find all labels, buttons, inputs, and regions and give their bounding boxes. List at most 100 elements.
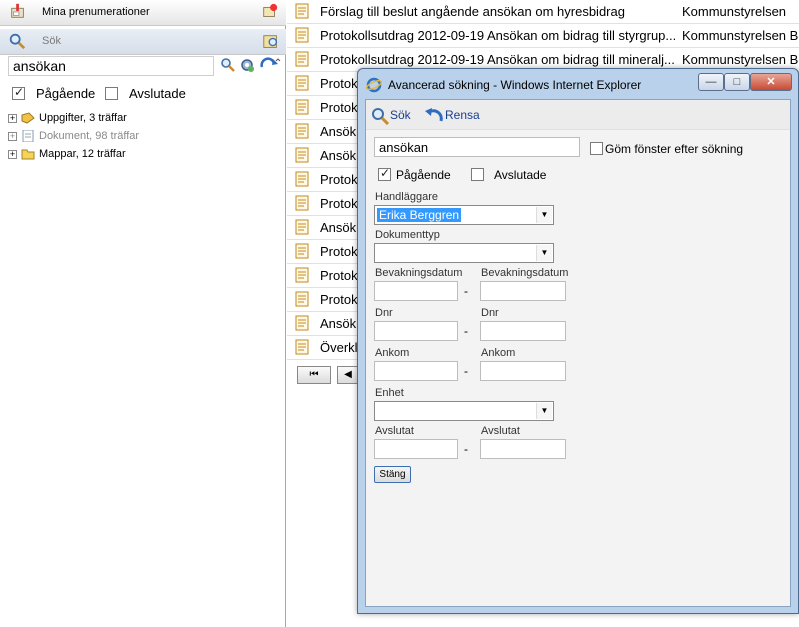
arrived-to-label: Ankom [481,347,516,359]
hide-window-label: Göm fönster efter sökning [605,142,744,156]
dnr-from-label: Dnr [375,307,393,319]
handler-select[interactable]: Erika Berggren ▼ [374,205,554,225]
close-button[interactable]: Stäng [374,466,411,483]
search-go-icon[interactable] [220,57,236,73]
closed-date-from-input[interactable] [374,439,458,459]
dropdown-arrow-icon[interactable]: ▼ [536,207,552,223]
closed-checkbox[interactable] [105,87,118,100]
range-dash: - [464,284,468,298]
unit-value [377,404,381,418]
refresh-icon[interactable] [259,57,281,73]
hide-window-checkbox[interactable] [590,142,603,155]
document-icon [295,171,309,187]
advanced-search-icon[interactable] [261,33,281,51]
doctype-label: Dokumenttyp [375,229,440,241]
close-window-button[interactable]: ✕ [750,73,792,91]
search-button[interactable]: Sök [370,107,411,126]
ongoing-checkbox[interactable] [378,166,391,181]
document-title: Protokollsutdrag 2012-09-19 Ansökan om b… [320,52,675,67]
doctype-select[interactable]: ▼ [374,243,554,263]
search-label: Sök [42,35,61,47]
dropdown-arrow-icon[interactable]: ▼ [536,245,552,261]
range-dash: - [464,364,468,378]
dialog-toolbar: Sök Rensa [366,100,790,130]
ongoing-label: Pågående [36,86,96,101]
document-icon [295,243,309,259]
arrived-from-input[interactable] [374,361,458,381]
closed-date-to-input[interactable] [480,439,566,459]
expand-icon[interactable]: + [8,113,17,123]
document-icon [295,315,309,331]
tree-item-folders[interactable]: + Mappar, 12 träffar [8,148,126,164]
document-unit: Kommunstyrelsen [682,4,787,19]
list-row[interactable]: Förslag till beslut angående ansökan om … [287,0,799,24]
watch-date-to-label: Bevakningsdatum [481,267,569,279]
left-panel: Mina prenumerationer Sök Pågående Avslut… [0,0,286,627]
query-input[interactable] [374,137,580,157]
closed-date-from-label: Avslutat [375,425,414,437]
document-icon [295,267,309,283]
mailbox-icon [11,3,24,18]
handler-label: Handläggare [375,191,438,203]
unit-select[interactable]: ▼ [374,401,554,421]
closed-checkbox[interactable] [471,168,484,181]
maximize-button[interactable]: □ [724,73,750,91]
advanced-search-dialog: Avancerad sökning - Windows Internet Exp… [357,68,799,614]
closed-label: Avslutade [129,86,186,101]
closed-label: Avslutade [494,168,547,182]
handler-value: Erika Berggren [377,208,462,222]
document-unit: Kommunstyrelsen Bo [682,52,799,67]
pager-first-button[interactable]: ⏮ [297,366,331,384]
closed-date-to-label: Avslutat [481,425,520,437]
folder-icon [21,149,35,160]
list-row[interactable]: Protokollsutdrag 2012-09-19 Ansökan om b… [287,24,799,48]
document-title: Protokollsutdrag 2012-09-19 Ansökan om b… [320,28,675,43]
dnr-from-input[interactable] [374,321,458,341]
document-title: Förslag till beslut angående ansökan om … [320,4,625,19]
tree-item-label: Mappar, 12 träffar [39,148,126,160]
document-icon [295,123,309,139]
document-icon [22,130,34,143]
document-icon [295,219,309,235]
dnr-to-label: Dnr [481,307,499,319]
document-unit: Kommunstyrelsen Bo [682,28,799,43]
tree-item-label: Uppgifter, 3 träffar [39,112,127,124]
range-dash: - [464,442,468,456]
subscriptions-header[interactable]: Mina prenumerationer [0,0,286,26]
magnifier-icon [372,108,390,126]
tree-item-documents[interactable]: + Dokument, 98 träffar [8,130,139,146]
dropdown-arrow-icon[interactable]: ▼ [536,403,552,419]
expand-icon[interactable]: + [8,149,17,159]
document-icon [295,51,309,67]
internet-explorer-icon [366,77,382,93]
watch-date-to-input[interactable] [480,281,566,301]
document-icon [295,339,309,355]
dialog-titlebar[interactable]: Avancerad sökning - Windows Internet Exp… [358,69,798,99]
search-header: Sök [0,29,286,55]
ongoing-checkbox[interactable] [12,85,25,100]
watch-date-from-label: Bevakningsdatum [375,267,463,279]
expand-icon[interactable]: + [8,131,17,141]
settings-search-icon[interactable] [239,57,255,73]
dnr-to-input[interactable] [480,321,566,341]
search-button-label: Sök [390,108,411,123]
pager-prev-button[interactable]: ◀ [337,366,359,384]
subscriptions-label: Mina prenumerationer [42,6,150,18]
document-icon [295,291,309,307]
magnifier-icon [9,33,26,50]
document-icon [295,99,309,115]
document-icon [295,195,309,211]
clear-button[interactable]: Rensa [423,107,480,125]
minimize-button[interactable]: — [698,73,724,91]
unit-label: Enhet [375,387,404,399]
undo-icon [425,108,443,122]
range-dash: - [464,324,468,338]
arrived-from-label: Ankom [375,347,410,359]
arrived-to-input[interactable] [480,361,566,381]
subscribe-icon[interactable] [260,3,280,21]
search-input[interactable] [8,56,214,76]
doctype-value [377,246,381,260]
document-icon [295,3,309,19]
watch-date-from-input[interactable] [374,281,458,301]
tree-item-tasks[interactable]: + Uppgifter, 3 träffar [8,112,127,128]
